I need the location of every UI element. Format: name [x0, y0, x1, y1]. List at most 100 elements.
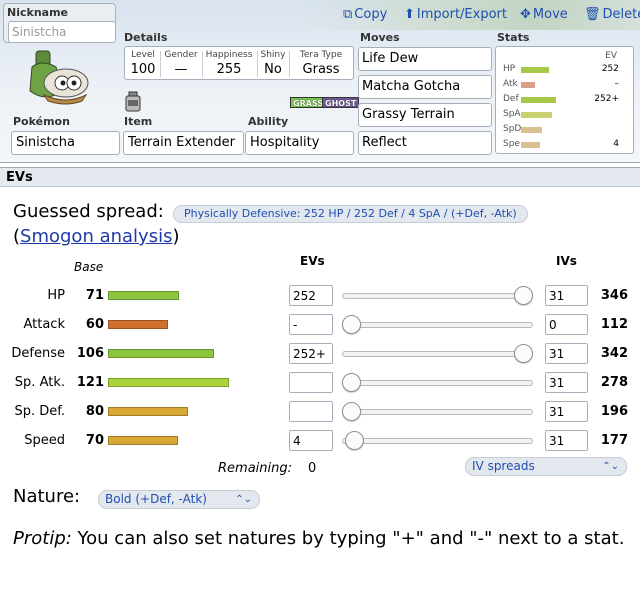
stat-summary-row: Atk –	[496, 78, 635, 92]
evs-section-header: EVs	[0, 167, 640, 187]
iv-input[interactable]	[545, 343, 588, 364]
base-stat-bar	[108, 320, 168, 329]
move-label: Move	[532, 7, 568, 22]
ev-slider-track[interactable]	[342, 409, 533, 415]
ev-slider-thumb[interactable]	[342, 402, 361, 421]
pokemon-sprite[interactable]	[22, 45, 94, 107]
item-field[interactable]: Terrain Extender	[123, 131, 244, 155]
remaining-value: 0	[308, 461, 317, 476]
stat-summary-bar	[521, 82, 535, 88]
detail-gender: Gender —	[164, 50, 198, 77]
move-3-field[interactable]: Grassy Terrain	[358, 103, 492, 127]
ev-slider-track[interactable]	[342, 322, 533, 328]
iv-input[interactable]	[545, 372, 588, 393]
import-export-button[interactable]: ⬆ Import/Export	[404, 7, 507, 22]
move-button[interactable]: ✥ Move	[520, 7, 568, 22]
iv-input[interactable]	[545, 430, 588, 451]
ability-label: Ability	[248, 115, 289, 128]
stat-summary-row: Def 252+	[496, 93, 635, 107]
base-stat-value: 121	[76, 375, 104, 390]
base-column-header: Base	[74, 260, 104, 274]
ev-slider-thumb[interactable]	[342, 373, 361, 392]
ev-input[interactable]	[289, 430, 333, 451]
import-export-label: Import/Export	[416, 7, 507, 22]
stats-summary[interactable]: EV HP 252 Atk – Def 252+ SpA SpD Spe 4	[495, 46, 634, 154]
delete-label: Delete	[602, 7, 640, 22]
ability-field[interactable]: Hospitality	[245, 131, 354, 155]
type-badge-ghost: GHOST	[322, 97, 360, 108]
stat-summary-bar	[521, 97, 556, 103]
stat-summary-row: Spe 4	[496, 138, 635, 152]
move-2-field[interactable]: Matcha Gotcha	[358, 75, 492, 99]
detail-happiness: Happiness 255	[205, 50, 253, 77]
detail-level: Level 100	[130, 50, 156, 77]
smogon-analysis-link[interactable]: Smogon analysis	[20, 226, 172, 247]
ev-input[interactable]	[289, 343, 333, 364]
ev-slider-track[interactable]	[342, 380, 533, 386]
nickname-label: Nickname	[7, 6, 68, 19]
stat-summary-bar	[521, 127, 542, 133]
stat-name: HP	[47, 288, 65, 303]
ev-slider-thumb[interactable]	[342, 315, 361, 334]
copy-button[interactable]: ⧉ Copy	[343, 7, 387, 22]
stats-ev-header: EV	[605, 51, 617, 61]
move-arrows-icon: ✥	[520, 7, 531, 22]
ev-input[interactable]	[289, 401, 333, 422]
stat-total-value: 196	[600, 404, 628, 419]
iv-input[interactable]	[545, 401, 588, 422]
move-1-field[interactable]: Life Dew	[358, 47, 492, 71]
ev-input[interactable]	[289, 314, 333, 335]
set-details-panel: Nickname ⧉Copy ⬆Import/Export ✥Move 🗑Del…	[0, 0, 640, 163]
ev-slider-thumb[interactable]	[345, 431, 364, 450]
stat-summary-row: HP 252	[496, 63, 635, 77]
stat-total-value: 112	[600, 317, 628, 332]
guessed-spread-button[interactable]: Physically Defensive: 252 HP / 252 Def /…	[173, 205, 528, 223]
stat-total-value: 342	[600, 346, 628, 361]
upload-icon: ⬆	[404, 7, 415, 22]
ev-slider-track[interactable]	[342, 351, 533, 357]
stat-summary-name: SpD	[503, 124, 522, 134]
stats-label: Stats	[497, 31, 530, 44]
base-stat-value: 106	[76, 346, 104, 361]
ev-slider-thumb[interactable]	[514, 344, 533, 363]
iv-input[interactable]	[545, 314, 588, 335]
stat-summary-bar	[521, 112, 552, 118]
stat-name: Sp. Atk.	[14, 375, 65, 390]
nature-select[interactable]: Bold (+Def, -Atk) ⌃⌄	[98, 490, 260, 509]
stat-summary-ev: –	[614, 79, 620, 89]
stat-name: Sp. Def.	[14, 404, 65, 419]
moves-label: Moves	[360, 31, 400, 44]
base-stat-bar	[108, 378, 229, 387]
move-4-field[interactable]: Reflect	[358, 131, 492, 155]
stat-total-value: 278	[600, 375, 628, 390]
stat-summary-name: Spe	[503, 139, 520, 149]
ev-input[interactable]	[289, 285, 333, 306]
pokemon-field[interactable]: Sinistcha	[11, 131, 120, 155]
base-stat-value: 60	[85, 317, 104, 332]
stat-summary-ev: 252	[601, 64, 619, 74]
smogon-analysis-line: (Smogon analysis)	[13, 226, 180, 247]
stat-summary-name: SpA	[503, 109, 521, 119]
ev-slider-track[interactable]	[342, 293, 533, 299]
pokemon-label: Pokémon	[13, 115, 70, 128]
base-stat-bar	[108, 407, 188, 416]
copy-icon: ⧉	[343, 7, 353, 22]
copy-label: Copy	[354, 7, 388, 22]
delete-button[interactable]: 🗑Delete	[584, 7, 640, 22]
item-label: Item	[124, 115, 153, 128]
evs-column-header: EVs	[300, 254, 325, 268]
nature-label: Nature:	[13, 486, 81, 507]
ev-input[interactable]	[289, 372, 333, 393]
base-stat-value: 71	[85, 288, 104, 303]
iv-spreads-select[interactable]: IV spreads ⌃⌄	[465, 457, 627, 476]
stat-summary-name: HP	[503, 64, 516, 74]
chevron-updown-icon: ⌃⌄	[602, 461, 619, 472]
ev-slider-thumb[interactable]	[514, 286, 533, 305]
nickname-input[interactable]	[8, 21, 116, 43]
stat-summary-name: Def	[503, 94, 519, 104]
detail-shiny: Shiny No	[260, 50, 286, 77]
nickname-group: Nickname	[3, 3, 116, 43]
ev-slider-track[interactable]	[342, 438, 533, 444]
details-box[interactable]: Level 100 Gender — Happiness 255 Shiny No Te…	[124, 46, 354, 80]
iv-input[interactable]	[545, 285, 588, 306]
